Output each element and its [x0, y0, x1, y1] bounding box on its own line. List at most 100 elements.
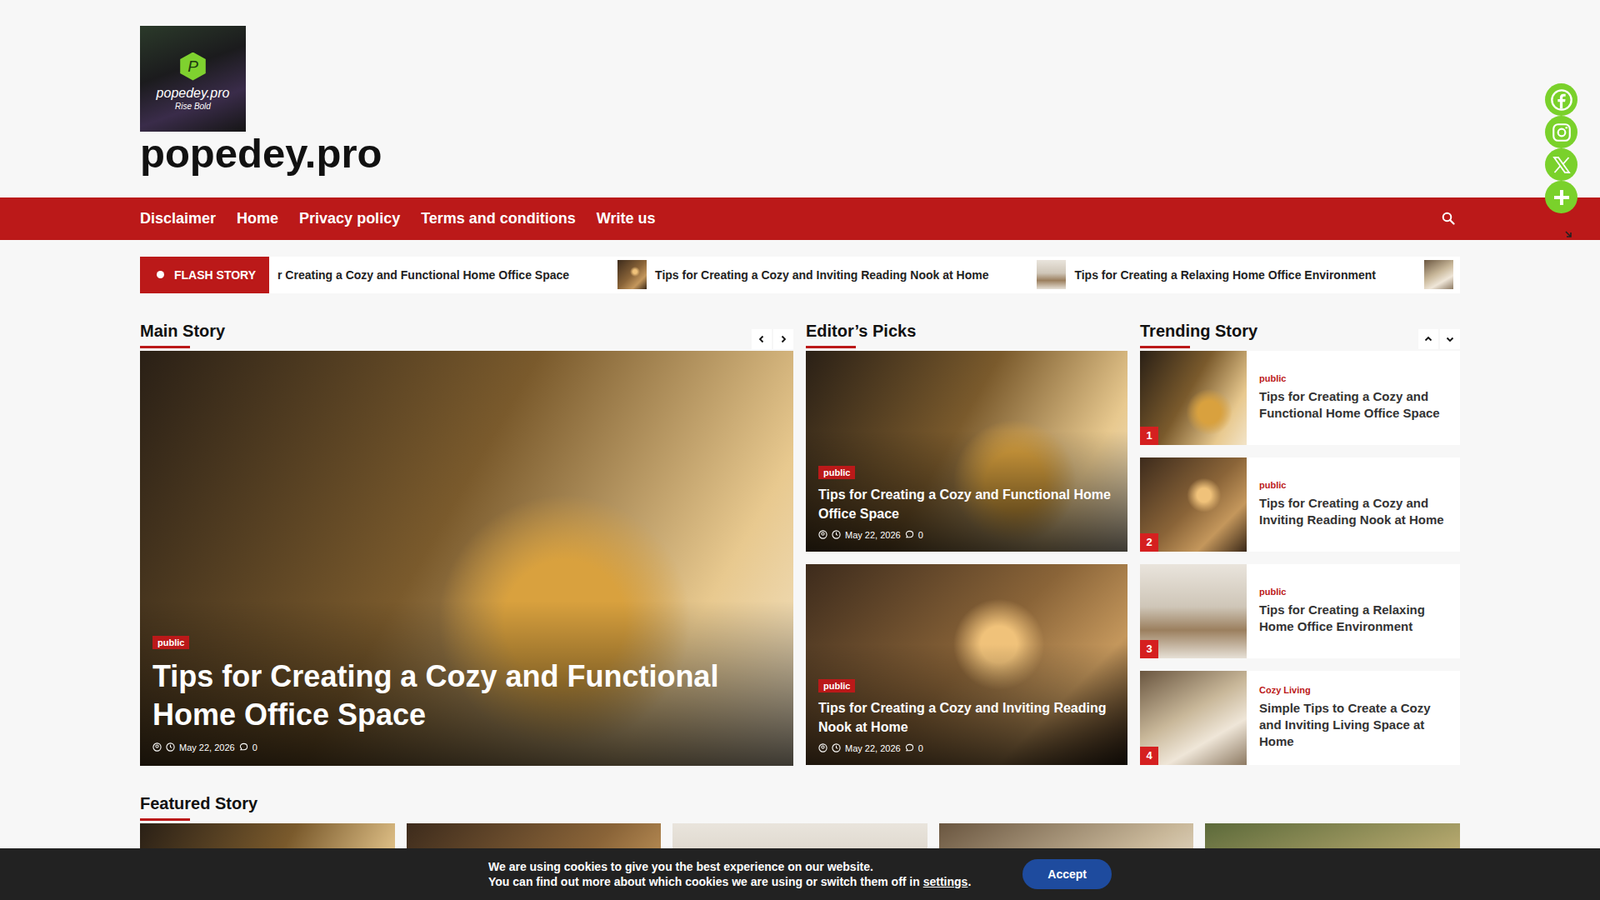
story-title[interactable]: Tips for Creating a Cozy and Functional …	[1259, 388, 1448, 422]
story-meta: May 22, 2026 0	[152, 742, 781, 753]
section-header: Editor’s Picks	[805, 313, 1128, 351]
accept-button[interactable]: Accept	[1022, 859, 1112, 890]
comment-icon	[905, 530, 915, 540]
trending-item[interactable]: 2 public Tips for Creating a Cozy and In…	[1140, 457, 1460, 552]
page: P popedey.pro Rise Bold popedey.pro Disc…	[0, 0, 1600, 900]
rank-badge: 1	[1140, 426, 1159, 445]
nav-item[interactable]: Write us	[596, 210, 656, 228]
author-icon	[152, 742, 162, 752]
instagram-icon	[1550, 121, 1573, 144]
editor-pick-card[interactable]: public Tips for Creating a Cozy and Invi…	[805, 564, 1128, 765]
category-link[interactable]: public	[1259, 373, 1448, 384]
nav-item[interactable]: Disclaimer	[140, 210, 216, 228]
story-title[interactable]: Simple Tips to Create a Cozy and Invitin…	[1259, 700, 1448, 750]
hide-arrow-icon[interactable]	[1564, 230, 1573, 239]
category-badge[interactable]: public	[152, 635, 190, 650]
comment-icon	[905, 743, 915, 753]
cookie-banner: We are using cookies to give you the bes…	[0, 848, 1600, 900]
chevron-down-icon	[1445, 335, 1455, 344]
search-icon[interactable]	[1441, 211, 1455, 225]
site-logo[interactable]: P popedey.pro Rise Bold	[140, 25, 246, 132]
story-date: May 22, 2026	[845, 530, 901, 540]
section-title: Editor’s Picks	[805, 321, 916, 351]
section-header: Trending Story	[1140, 313, 1460, 351]
section-title: Trending Story	[1140, 321, 1258, 351]
instagram-button[interactable]	[1545, 115, 1578, 149]
flash-story-bar: FLASH STORY r Creating a Cozy and Functi…	[140, 256, 1460, 294]
up-button[interactable]	[1418, 329, 1439, 350]
comment-count[interactable]: 0	[918, 743, 924, 754]
editor-pick-card[interactable]: public Tips for Creating a Cozy and Func…	[805, 350, 1128, 552]
chevron-up-icon	[1424, 335, 1433, 344]
comment-count[interactable]: 0	[252, 742, 258, 753]
clock-icon	[831, 530, 841, 540]
trending-item[interactable]: 1 public Tips for Creating a Cozy and Fu…	[1140, 350, 1460, 445]
story-title[interactable]: Tips for Creating a Cozy and Inviting Re…	[818, 699, 1115, 737]
story-columns: Main Story public Tips for Creating a Co…	[140, 313, 1460, 766]
nav-bar: Disclaimer Home Privacy policy Terms and co…	[0, 197, 1600, 240]
nav-item[interactable]: Home	[236, 210, 279, 228]
section-header: Featured Story	[140, 785, 1460, 824]
logo-hex-icon: P	[179, 52, 208, 81]
more-share-button[interactable]	[1545, 180, 1578, 214]
section-title: Main Story	[140, 321, 225, 351]
story-title[interactable]: Tips for Creating a Relaxing Home Office…	[1259, 601, 1448, 635]
category-badge[interactable]: public	[818, 679, 855, 693]
trending-item[interactable]: 4 Cozy Living Simple Tips to Create a Co…	[1140, 670, 1460, 765]
story-meta: May 22, 2026 0	[818, 743, 1115, 754]
facebook-icon	[1550, 88, 1574, 112]
social-share-bar	[1545, 83, 1578, 239]
ticker-thumbnail[interactable]	[1424, 260, 1454, 290]
trending-thumbnail[interactable]: 2	[1140, 457, 1247, 552]
x-button[interactable]	[1545, 148, 1578, 181]
plus-icon	[1551, 187, 1572, 208]
editors-picks-section: Editor’s Picks public Tips for Creating …	[805, 313, 1128, 766]
story-date: May 22, 2026	[179, 742, 235, 753]
live-dot-icon	[156, 270, 165, 279]
ticker-thumbnail[interactable]	[617, 260, 647, 290]
story-title[interactable]: Tips for Creating a Cozy and Functional …	[152, 657, 781, 735]
main-story-card[interactable]: public Tips for Creating a Cozy and Func…	[140, 350, 794, 766]
trending-thumbnail[interactable]: 4	[1140, 670, 1247, 765]
settings-link[interactable]: settings	[923, 875, 969, 889]
trending-thumbnail[interactable]: 3	[1140, 564, 1247, 659]
trending-section: Trending Story 1 public Tips for Creatin…	[1140, 313, 1460, 766]
ticker-item[interactable]: Tips for Creating a Cozy and Inviting Re…	[655, 268, 989, 282]
section-header: Main Story	[140, 313, 794, 351]
story-date: May 22, 2026	[845, 743, 901, 754]
prev-button[interactable]	[751, 329, 772, 350]
story-meta: May 22, 2026 0	[818, 530, 1115, 540]
category-badge[interactable]: public	[818, 465, 855, 480]
logo-name: popedey.pro	[156, 85, 230, 101]
cookie-message: We are using cookies to give you the bes…	[488, 859, 971, 890]
nav-item[interactable]: Privacy policy	[299, 210, 400, 228]
ticker-item[interactable]: r Creating a Cozy and Functional Home Of…	[277, 268, 570, 282]
rank-badge: 2	[1140, 533, 1159, 552]
rank-badge: 4	[1140, 746, 1159, 765]
facebook-button[interactable]	[1545, 83, 1578, 116]
next-button[interactable]	[773, 329, 794, 350]
x-logo-icon	[1551, 155, 1572, 175]
down-button[interactable]	[1440, 329, 1460, 350]
ticker-item[interactable]: Tips for Creating a Relaxing Home Office…	[1074, 268, 1375, 282]
story-title[interactable]: Tips for Creating a Cozy and Functional …	[818, 485, 1115, 524]
category-link[interactable]: public	[1259, 480, 1448, 490]
clock-icon	[831, 743, 841, 753]
flash-label: FLASH STORY	[140, 256, 270, 294]
category-link[interactable]: public	[1259, 586, 1448, 597]
site-header: P popedey.pro Rise Bold popedey.pro	[140, 0, 1460, 177]
chevron-right-icon	[779, 335, 788, 344]
logo-tagline: Rise Bold	[175, 101, 211, 111]
ticker-thumbnail[interactable]	[1036, 260, 1066, 290]
comment-icon	[239, 742, 249, 752]
site-title[interactable]: popedey.pro	[140, 131, 1460, 177]
nav-item[interactable]: Terms and conditions	[420, 210, 576, 228]
author-icon	[818, 530, 828, 540]
author-icon	[818, 743, 828, 753]
trending-item[interactable]: 3 public Tips for Creating a Relaxing Ho…	[1140, 564, 1460, 659]
comment-count[interactable]: 0	[918, 530, 924, 540]
story-title[interactable]: Tips for Creating a Cozy and Inviting Re…	[1259, 495, 1448, 529]
trending-thumbnail[interactable]: 1	[1140, 350, 1247, 445]
category-link[interactable]: Cozy Living	[1259, 685, 1448, 695]
nav-menu: Disclaimer Home Privacy policy Terms and co…	[140, 210, 656, 228]
